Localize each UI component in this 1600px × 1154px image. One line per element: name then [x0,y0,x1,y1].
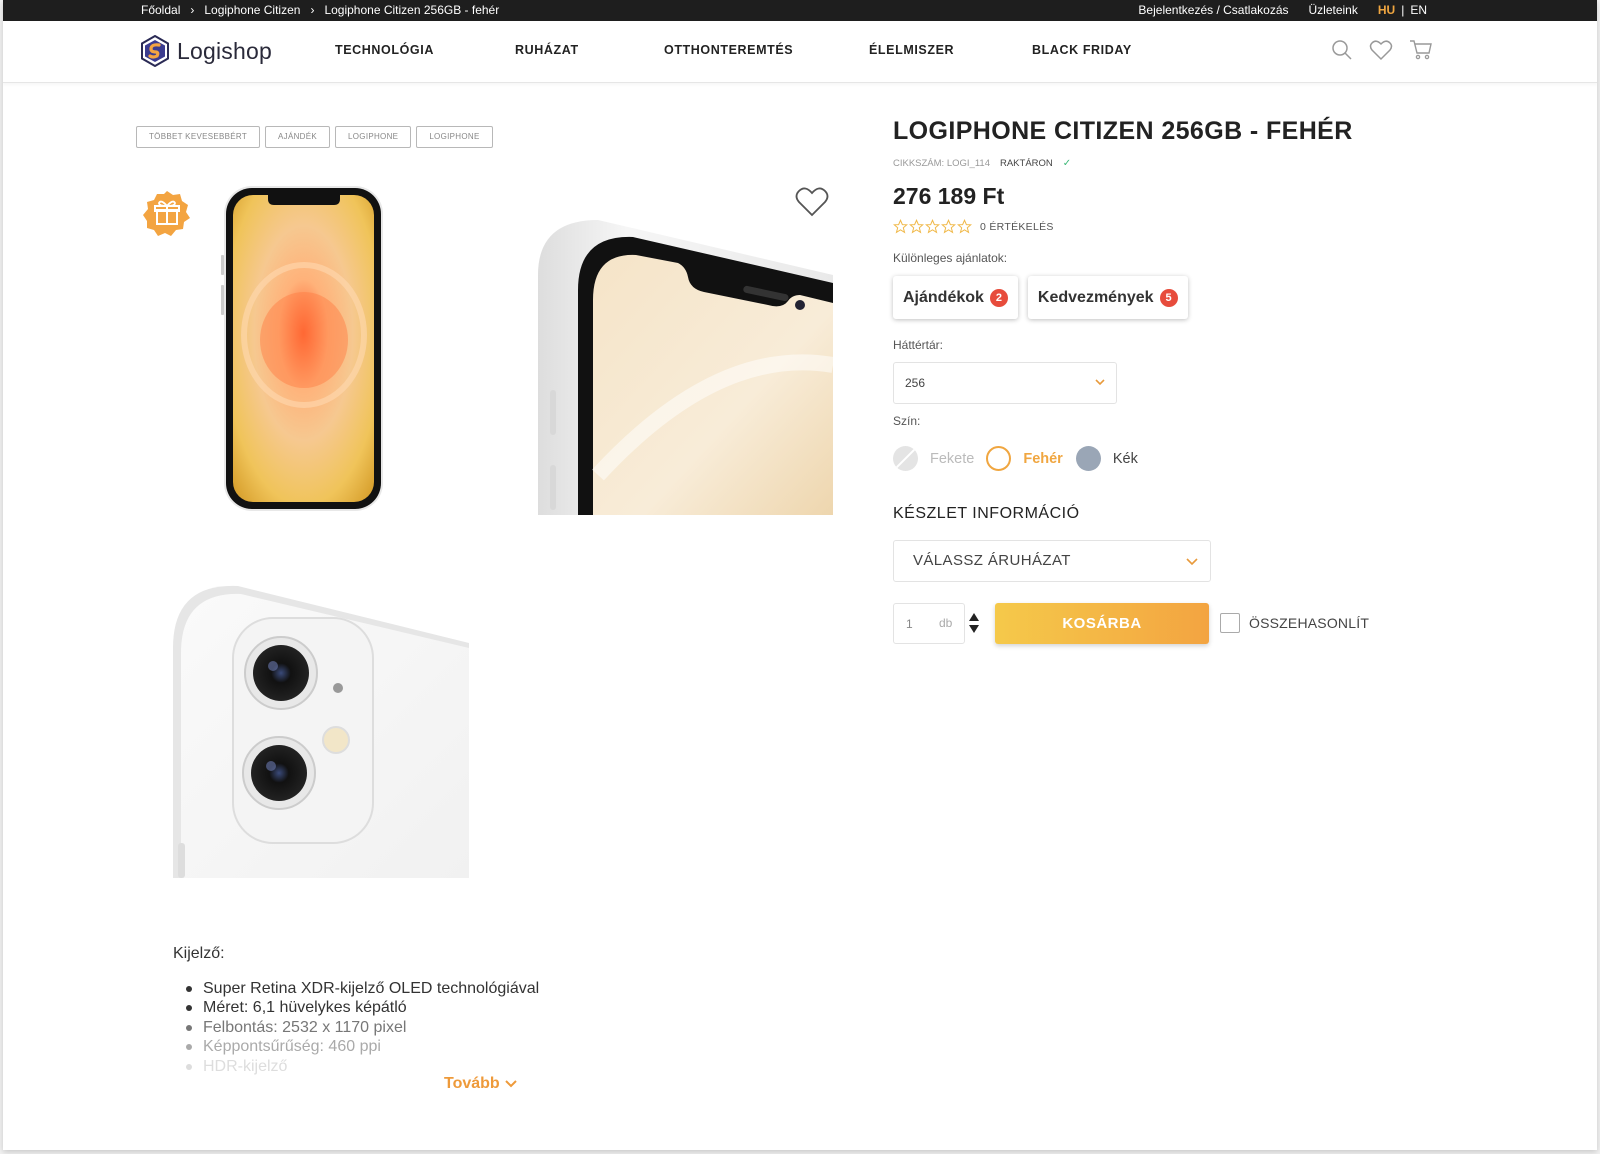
nav-technologia[interactable]: TECHNOLÓGIA [335,43,515,57]
sku-row: CIKKSZÁM: LOGI_114 RAKTÁRON ✓ [893,158,1071,169]
spec-item: Super Retina XDR-kijelző OLED technológi… [186,979,773,998]
top-bar: Főoldal › Logiphone Citizen › Logiphone … [3,0,1597,21]
storage-label: Háttértár: [893,338,944,352]
description-title: Kijelző: [173,945,225,962]
color-name-white[interactable]: Fehér [1023,451,1063,467]
compare-label: ÖSSZEHASONLÍT [1249,615,1370,631]
stores-link[interactable]: Üzleteink [1309,3,1358,17]
spec-item: Képpontsűrűség: 460 ppi [186,1037,773,1056]
quantity-stepper-icon[interactable] [968,612,980,634]
more-button[interactable]: Tovább [444,1075,518,1093]
color-options: Fekete Fehér Kék [893,446,1138,471]
logo[interactable]: Logishop [139,35,272,67]
tag[interactable]: LOGIPHONE [416,126,493,148]
star-icon [957,219,972,234]
top-links: Bejelentkezés / Csatlakozás Üzleteink HU… [1138,3,1427,17]
rating-count: 0 ÉRTÉKELÉS [980,220,1054,233]
nav-ruhazat[interactable]: RUHÁZAT [515,43,664,57]
heart-icon[interactable] [1369,39,1393,61]
spec-item: Felbontás: 2532 x 1170 pixel [186,1018,773,1037]
star-icon [909,219,924,234]
color-swatch-black [893,446,918,471]
gift-badge-icon [143,191,190,236]
stock-info-title: KÉSZLET INFORMÁCIÓ [893,505,1080,522]
chevron-down-icon [1095,379,1105,386]
product-image-corner[interactable] [538,215,833,515]
lang-hu[interactable]: HU [1378,3,1395,17]
count-badge: 2 [989,288,1008,307]
check-icon: ✓ [1062,158,1072,169]
spec-item: Méret: 6,1 hüvelykes képátló [186,998,773,1017]
product-price: 276 189 Ft [893,183,1005,209]
page: Főoldal › Logiphone Citizen › Logiphone … [3,0,1597,1150]
breadcrumb-home[interactable]: Főoldal [141,3,180,17]
lang-en[interactable]: EN [1410,3,1427,17]
star-icon [925,219,940,234]
storage-select[interactable]: 256 [893,362,1117,404]
lang-separator: | [1401,3,1405,17]
spec-item: HDR-kijelző [186,1057,773,1076]
color-name-blue[interactable]: Kék [1113,451,1138,467]
cart-icon[interactable] [1409,39,1433,61]
chevron-down-icon [1186,558,1198,566]
sku: CIKKSZÁM: LOGI_114 [893,158,990,169]
chevron-right-icon: › [190,3,195,17]
nav-otthonteremtes[interactable]: OTTHONTEREMTÉS [664,43,869,57]
special-offers: Ajándékok 2 Kedvezmények 5 [893,276,1188,319]
compare-option[interactable]: ÖSSZEHASONLÍT [1220,613,1369,633]
search-icon[interactable] [1331,39,1353,61]
discounts-button[interactable]: Kedvezmények 5 [1027,276,1188,319]
storage-value: 256 [905,376,926,390]
star-icon [941,219,956,234]
offers-label: Különleges ajánlatok: [893,251,1008,265]
quantity-value: 1 [906,617,913,631]
nav-elelmiszer[interactable]: ÉLELMISZER [869,43,1032,57]
count-badge: 5 [1159,288,1178,307]
product-image-back[interactable] [173,578,469,878]
quantity-unit: db [939,616,953,630]
product-image-front[interactable] [213,185,393,515]
color-name-black: Fekete [930,450,975,467]
breadcrumb-current: Logiphone Citizen 256GB - fehér [324,3,500,17]
more-label: Tovább [444,1075,500,1092]
color-swatch-white[interactable] [986,446,1012,471]
tag[interactable]: LOGIPHONE [335,126,412,148]
offer-label: Ajándékok [903,288,984,306]
rating-stars [893,219,972,234]
breadcrumb: Főoldal › Logiphone Citizen › Logiphone … [141,3,499,17]
main-header: Logishop TECHNOLÓGIA RUHÁZAT OTTHONTEREM… [3,21,1597,83]
star-icon [893,219,908,234]
offer-label: Kedvezmények [1037,288,1154,306]
store-select-value: VÁLASSZ ÁRUHÁZAT [913,552,1071,569]
product-tags: TÖBBET KEVESEBBÉRT AJÁNDÉK LOGIPHONE LOG… [136,126,493,148]
nav-black-friday[interactable]: BLACK FRIDAY [1032,43,1132,57]
quantity-input[interactable]: 1 db [893,603,965,644]
color-swatch-blue[interactable] [1075,446,1101,471]
breadcrumb-category[interactable]: Logiphone Citizen [204,3,300,17]
wishlist-heart-icon[interactable] [795,186,829,218]
main-nav: TECHNOLÓGIA RUHÁZAT OTTHONTEREMTÉS ÉLELM… [335,43,1132,57]
chevron-down-icon [504,1080,517,1088]
rating[interactable]: 0 ÉRTÉKELÉS [893,219,1054,234]
logo-text: Logishop [177,37,272,64]
compare-checkbox[interactable] [1220,613,1240,633]
spec-list: Super Retina XDR-kijelző OLED technológi… [173,979,773,1076]
product-title: LOGIPHONE CITIZEN 256GB - FEHÉR [893,117,1353,145]
gifts-button[interactable]: Ajándékok 2 [893,276,1018,319]
language-switcher: HU | EN [1378,3,1427,17]
logo-icon [141,35,169,67]
add-to-cart-button[interactable]: KOSÁRBA [995,603,1209,644]
stock-status: RAKTÁRON [999,158,1053,169]
product-description: Kijelző: Super Retina XDR-kijelző OLED t… [173,945,773,1076]
tag[interactable]: AJÁNDÉK [265,126,331,148]
tag[interactable]: TÖBBET KEVESEBBÉRT [136,126,261,148]
store-select[interactable]: VÁLASSZ ÁRUHÁZAT [893,540,1211,582]
login-link[interactable]: Bejelentkezés / Csatlakozás [1138,3,1288,17]
color-label: Szín: [893,414,921,428]
chevron-right-icon: › [310,3,315,17]
header-icons [1331,39,1433,61]
